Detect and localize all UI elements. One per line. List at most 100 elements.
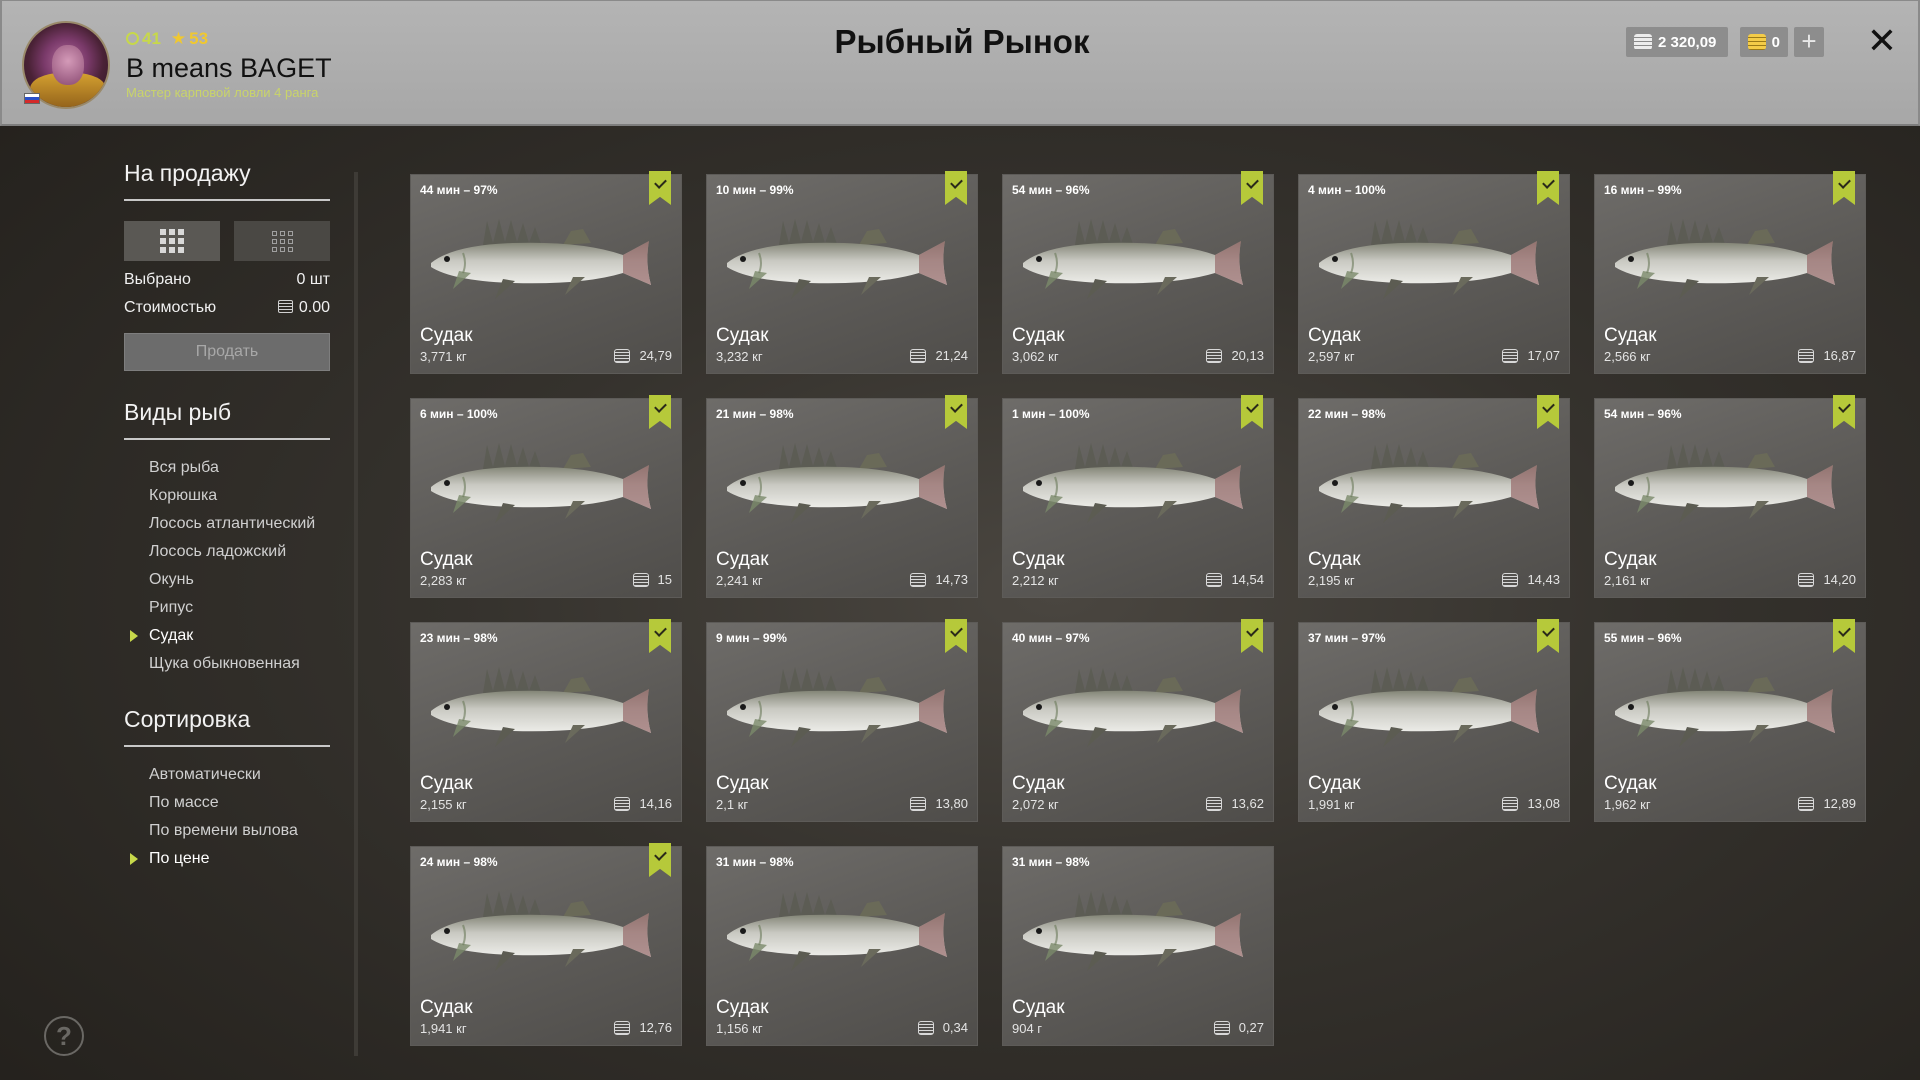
fish-card[interactable]: 6 мин – 100% Судак 2,283 кг 15 (410, 395, 682, 598)
sort-option-item[interactable]: По массе (124, 789, 330, 817)
species-filter-item[interactable]: Окунь (124, 566, 330, 594)
close-button[interactable]: ✕ (1864, 21, 1900, 61)
fish-weight: 1,991 кг (1308, 797, 1355, 812)
small-grid-view-button[interactable] (234, 221, 330, 261)
catch-time-freshness: 37 мин – 97% (1308, 631, 1386, 645)
fish-price-value: 24,79 (639, 348, 672, 363)
coin-icon (910, 796, 927, 811)
selected-bookmark-icon[interactable] (945, 619, 967, 653)
fish-price: 12,76 (614, 1020, 672, 1035)
zander-fish-image (1311, 215, 1559, 307)
fish-card[interactable]: 9 мин – 99% Судак 2,1 кг 13,80 (706, 619, 978, 822)
fish-card[interactable]: 21 мин – 98% Судак 2,241 кг 14,73 (706, 395, 978, 598)
fish-price: 24,79 (614, 348, 672, 363)
species-filter-item[interactable]: Вся рыба (124, 454, 330, 482)
catch-time-freshness: 9 мин – 99% (716, 631, 787, 645)
fish-weight: 2,195 кг (1308, 573, 1355, 588)
fish-card[interactable]: 31 мин – 98% Судак 904 г 0,27 (1002, 846, 1274, 1046)
species-filter-item[interactable]: Щука обыкновенная (124, 650, 330, 678)
selected-bookmark-icon[interactable] (649, 171, 671, 205)
fish-name: Судак (1308, 549, 1361, 570)
selected-bookmark-icon[interactable] (1537, 619, 1559, 653)
fish-card[interactable]: 16 мин – 99% Судак 2,566 кг 16,87 (1594, 171, 1866, 374)
fish-price-value: 13,62 (1231, 796, 1264, 811)
species-filter-item[interactable]: Корюшка (124, 482, 330, 510)
fish-card[interactable]: 44 мин – 97% Судак 3,771 кг 24,79 (410, 171, 682, 374)
fish-price: 21,24 (910, 348, 968, 363)
selected-bookmark-icon[interactable] (649, 395, 671, 429)
fish-price-value: 21,24 (935, 348, 968, 363)
selected-bookmark-icon[interactable] (1833, 171, 1855, 205)
russia-flag-icon (24, 93, 40, 104)
add-currency-button[interactable]: + (1794, 27, 1824, 57)
fish-card[interactable]: 31 мин – 98% Судак 1,156 кг 0,34 (706, 846, 978, 1046)
cost-row: Стоимостью 0.00 (124, 299, 330, 317)
fish-price: 0,27 (1213, 1020, 1264, 1035)
page-title: Рыбный Рынок (834, 23, 1090, 60)
coin-icon (917, 1020, 934, 1035)
fish-card[interactable]: 10 мин – 99% Судак 3,232 кг 21,24 (706, 171, 978, 374)
selected-bookmark-icon[interactable] (1241, 395, 1263, 429)
selected-bookmark-icon[interactable] (1537, 395, 1559, 429)
coin-icon (614, 796, 631, 811)
gold-coin-icon (1748, 34, 1766, 50)
fish-price-value: 17,07 (1527, 348, 1560, 363)
selected-bookmark-icon[interactable] (1241, 171, 1263, 205)
fish-card[interactable]: 24 мин – 98% Судак 1,941 кг 12,76 (410, 843, 682, 1046)
selected-bookmark-icon[interactable] (1241, 619, 1263, 653)
fish-price-value: 13,08 (1527, 796, 1560, 811)
fish-card[interactable]: 37 мин – 97% Судак 1,991 кг 13,08 (1298, 619, 1570, 822)
species-filter-item[interactable]: Лосось ладожский (124, 538, 330, 566)
zander-fish-image (1015, 439, 1263, 531)
selected-bookmark-icon[interactable] (649, 843, 671, 877)
catch-time-freshness: 55 мин – 96% (1604, 631, 1682, 645)
fish-price-value: 12,76 (639, 1020, 672, 1035)
fish-price: 16,87 (1798, 348, 1856, 363)
fish-card[interactable]: 4 мин – 100% Судак 2,597 кг 17,07 (1298, 171, 1570, 374)
coin-icon (1798, 348, 1815, 363)
fish-name: Судак (1604, 549, 1657, 570)
sort-option-item[interactable]: По времени вылова (124, 817, 330, 845)
fish-name: Судак (1604, 325, 1657, 346)
level-value: 41 (142, 29, 161, 48)
silver-balance: 2 320,09 (1626, 27, 1728, 57)
help-button[interactable]: ? (44, 1016, 84, 1056)
selected-bookmark-icon[interactable] (945, 171, 967, 205)
fish-price: 14,54 (1206, 572, 1264, 587)
fish-name: Судак (420, 549, 473, 570)
selected-bookmark-icon[interactable] (945, 395, 967, 429)
catch-time-freshness: 44 мин – 97% (420, 183, 498, 197)
sort-option-item[interactable]: По цене (124, 845, 330, 873)
selected-bookmark-icon[interactable] (1833, 619, 1855, 653)
catch-time-freshness: 6 мин – 100% (420, 407, 498, 421)
fish-price-value: 14,54 (1231, 572, 1264, 587)
username: B means BAGET (126, 53, 332, 83)
zander-fish-image (1311, 439, 1559, 531)
fish-name: Судак (1012, 773, 1065, 794)
coin-icon (632, 572, 649, 587)
selected-bookmark-icon[interactable] (649, 619, 671, 653)
fish-card[interactable]: 55 мин – 96% Судак 1,962 кг 12,89 (1594, 619, 1866, 822)
selected-bookmark-icon[interactable] (1833, 395, 1855, 429)
fish-card[interactable]: 22 мин – 98% Судак 2,195 кг 14,43 (1298, 395, 1570, 598)
large-grid-view-button[interactable] (124, 221, 220, 261)
sell-button[interactable]: Продать (124, 333, 330, 371)
sidebar: На продажу Выбрано 0 шт Стоимостью 0.00 … (124, 160, 330, 873)
selected-bookmark-icon[interactable] (1537, 171, 1559, 205)
fish-card[interactable]: 40 мин – 97% Судак 2,072 кг 13,62 (1002, 619, 1274, 822)
fish-card[interactable]: 1 мин – 100% Судак 2,212 кг 14,54 (1002, 395, 1274, 598)
large-grid-icon (160, 229, 184, 253)
species-filter-item[interactable]: Судак (124, 622, 330, 650)
fish-card[interactable]: 54 мин – 96% Судак 2,161 кг 14,20 (1594, 395, 1866, 598)
species-filter-item[interactable]: Рипус (124, 594, 330, 622)
fish-weight: 2,155 кг (420, 797, 467, 812)
fish-card[interactable]: 23 мин – 98% Судак 2,155 кг 14,16 (410, 619, 682, 822)
zander-fish-image (719, 663, 967, 755)
species-filter-item[interactable]: Лосось атлантический (124, 510, 330, 538)
fish-weight: 2,212 кг (1012, 573, 1059, 588)
sort-option-item[interactable]: Автоматически (124, 761, 330, 789)
fish-card[interactable]: 54 мин – 96% Судак 3,062 кг 20,13 (1002, 171, 1274, 374)
catch-time-freshness: 31 мин – 98% (1012, 855, 1090, 869)
fish-price-value: 20,13 (1231, 348, 1264, 363)
species-section-title: Виды рыб (124, 399, 330, 440)
